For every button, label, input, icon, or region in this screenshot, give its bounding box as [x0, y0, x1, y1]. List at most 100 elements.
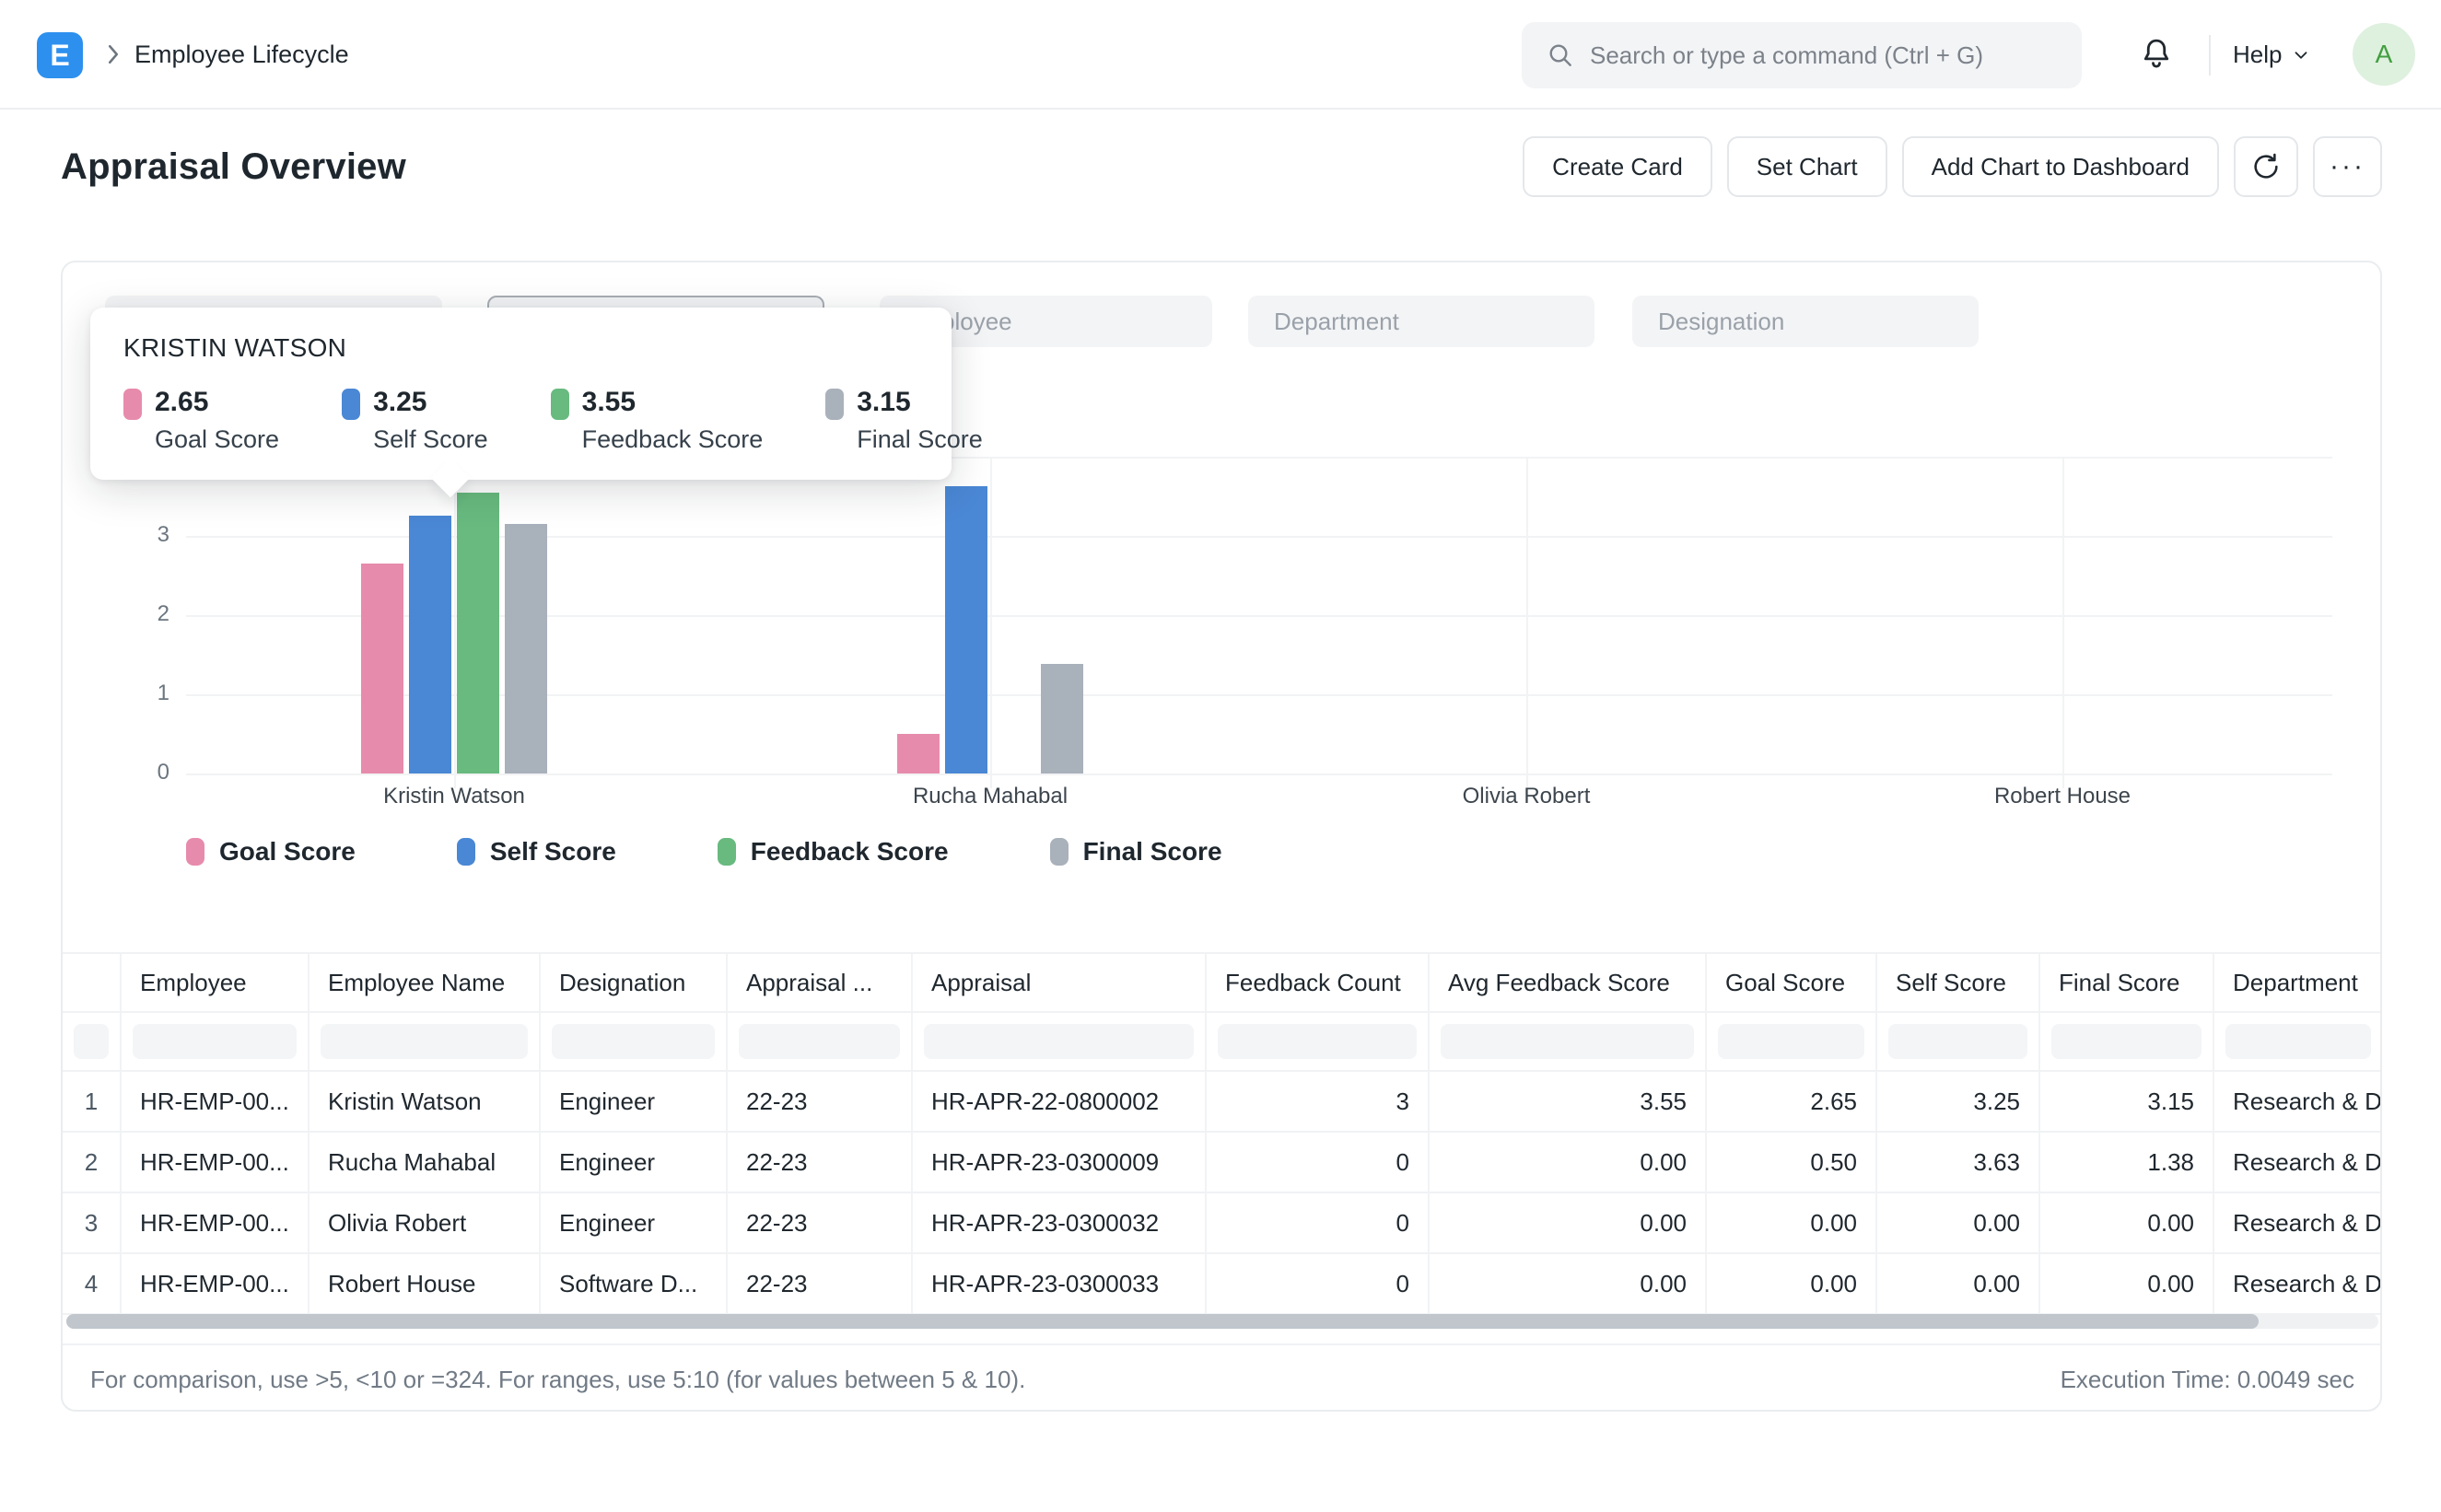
table-cell[interactable]: 0 [1207, 1193, 1430, 1252]
table-cell[interactable]: HR-APR-23-0300009 [913, 1133, 1207, 1192]
set-chart-button[interactable]: Set Chart [1727, 136, 1887, 197]
table-cell[interactable]: Kristin Watson [310, 1072, 541, 1131]
table-cell[interactable]: 4 [63, 1254, 122, 1313]
table-cell[interactable]: HR-APR-22-0800002 [913, 1072, 1207, 1131]
column-filter-input[interactable] [1718, 1024, 1864, 1059]
more-menu-button[interactable]: ··· [2313, 136, 2382, 197]
table-cell[interactable]: Research & Dev [2214, 1193, 2382, 1252]
column-filter-input[interactable] [552, 1024, 715, 1059]
column-header[interactable]: Employee [122, 954, 310, 1011]
column-header[interactable]: Final Score [2040, 954, 2214, 1011]
column-filter-input[interactable] [739, 1024, 900, 1059]
table-cell[interactable]: HR-EMP-00... [122, 1133, 310, 1192]
x-axis-label: Olivia Robert [1342, 784, 1711, 809]
table-cell[interactable]: Engineer [541, 1193, 728, 1252]
notifications-bell-icon[interactable] [2137, 35, 2176, 74]
table-cell[interactable]: 0.00 [1430, 1193, 1707, 1252]
avatar[interactable]: A [2353, 23, 2415, 86]
table-cell[interactable]: 0.00 [1707, 1254, 1877, 1313]
refresh-button[interactable] [2234, 136, 2298, 197]
column-header[interactable]: Appraisal ... [728, 954, 913, 1011]
table-cell[interactable]: 3.63 [1877, 1133, 2040, 1192]
column-filter-input[interactable] [924, 1024, 1194, 1059]
table-cell[interactable]: 3 [1207, 1072, 1430, 1131]
column-header[interactable]: Employee Name [310, 954, 541, 1011]
filter-input-designation[interactable]: Designation [1632, 296, 1979, 347]
table-cell[interactable]: 1 [63, 1072, 122, 1131]
app-logo-icon[interactable]: E [37, 32, 83, 78]
create-card-button[interactable]: Create Card [1523, 136, 1712, 197]
table-cell[interactable]: HR-EMP-00... [122, 1193, 310, 1252]
table-cell[interactable]: HR-EMP-00... [122, 1072, 310, 1131]
comparison-hint: For comparison, use >5, <10 or =324. For… [90, 1366, 1025, 1394]
table-cell[interactable]: Research & Dev [2214, 1254, 2382, 1313]
table-cell[interactable]: 0.00 [1877, 1193, 2040, 1252]
column-filter-input[interactable] [321, 1024, 528, 1059]
table-cell[interactable]: 3.15 [2040, 1072, 2214, 1131]
bar-final-score[interactable] [505, 524, 547, 773]
table-cell[interactable]: 0.50 [1707, 1133, 1877, 1192]
gridline-vertical [1526, 457, 1528, 788]
column-filter-input[interactable] [1441, 1024, 1694, 1059]
column-header[interactable]: Avg Feedback Score [1430, 954, 1707, 1011]
table-cell[interactable]: 0.00 [1430, 1133, 1707, 1192]
table-cell[interactable]: HR-APR-23-0300032 [913, 1193, 1207, 1252]
bar-goal-score[interactable] [897, 734, 940, 773]
bar-self-score[interactable] [945, 486, 987, 773]
table-cell[interactable]: 22-23 [728, 1133, 913, 1192]
table-cell[interactable]: 0 [1207, 1133, 1430, 1192]
table-cell[interactable]: 0.00 [2040, 1254, 2214, 1313]
column-header[interactable]: Feedback Count [1207, 954, 1430, 1011]
table-cell[interactable]: 22-23 [728, 1193, 913, 1252]
help-menu[interactable]: Help [2233, 41, 2311, 69]
column-header[interactable]: Appraisal [913, 954, 1207, 1011]
table-cell[interactable]: 3 [63, 1193, 122, 1252]
table-cell[interactable]: 2 [63, 1133, 122, 1192]
column-header[interactable] [63, 954, 122, 1011]
table-cell[interactable]: 0.00 [1877, 1254, 2040, 1313]
column-filter-input[interactable] [1888, 1024, 2027, 1059]
table-cell[interactable]: Rucha Mahabal [310, 1133, 541, 1192]
table-cell[interactable]: 22-23 [728, 1254, 913, 1313]
add-chart-to-dashboard-button[interactable]: Add Chart to Dashboard [1902, 136, 2219, 197]
tooltip-title: KRISTIN WATSON [123, 333, 918, 363]
scrollbar-thumb[interactable] [66, 1314, 2259, 1329]
table-cell[interactable]: Robert House [310, 1254, 541, 1313]
table-cell[interactable]: HR-EMP-00... [122, 1254, 310, 1313]
column-header[interactable]: Goal Score [1707, 954, 1877, 1011]
table-cell[interactable]: Engineer [541, 1133, 728, 1192]
table-cell[interactable]: 0.00 [1430, 1254, 1707, 1313]
filter-input-department[interactable]: Department [1248, 296, 1594, 347]
column-header[interactable]: Designation [541, 954, 728, 1011]
table-cell[interactable]: Software D... [541, 1254, 728, 1313]
column-filter-input[interactable] [1218, 1024, 1417, 1059]
table-cell[interactable]: 0 [1207, 1254, 1430, 1313]
table-cell[interactable]: 22-23 [728, 1072, 913, 1131]
bar-goal-score[interactable] [361, 564, 403, 773]
horizontal-scrollbar[interactable] [66, 1314, 2378, 1329]
table-cell[interactable]: 1.38 [2040, 1133, 2214, 1192]
table-header-row: EmployeeEmployee NameDesignationAppraisa… [63, 954, 2382, 1013]
table-cell[interactable]: Research & Dev [2214, 1072, 2382, 1131]
bar-final-score[interactable] [1041, 664, 1083, 773]
bar-self-score[interactable] [409, 516, 451, 773]
column-filter-input[interactable] [2225, 1024, 2371, 1059]
breadcrumb[interactable]: Employee Lifecycle [134, 41, 349, 69]
search-input[interactable]: Search or type a command (Ctrl + G) [1522, 22, 2082, 88]
table-cell[interactable]: 3.55 [1430, 1072, 1707, 1131]
bar-feedback-score[interactable] [457, 493, 499, 773]
column-header[interactable]: Self Score [1877, 954, 2040, 1011]
table-cell[interactable]: HR-APR-23-0300033 [913, 1254, 1207, 1313]
column-header[interactable]: Department [2214, 954, 2382, 1011]
column-filter-input[interactable] [133, 1024, 297, 1059]
table-cell[interactable]: Research & Dev [2214, 1133, 2382, 1192]
ellipsis-icon: ··· [2330, 151, 2365, 182]
table-cell[interactable]: 0.00 [1707, 1193, 1877, 1252]
table-cell[interactable]: Olivia Robert [310, 1193, 541, 1252]
table-cell[interactable]: 3.25 [1877, 1072, 2040, 1131]
column-filter-input[interactable] [74, 1024, 109, 1059]
table-cell[interactable]: 0.00 [2040, 1193, 2214, 1252]
table-cell[interactable]: 2.65 [1707, 1072, 1877, 1131]
table-cell[interactable]: Engineer [541, 1072, 728, 1131]
column-filter-input[interactable] [2051, 1024, 2202, 1059]
